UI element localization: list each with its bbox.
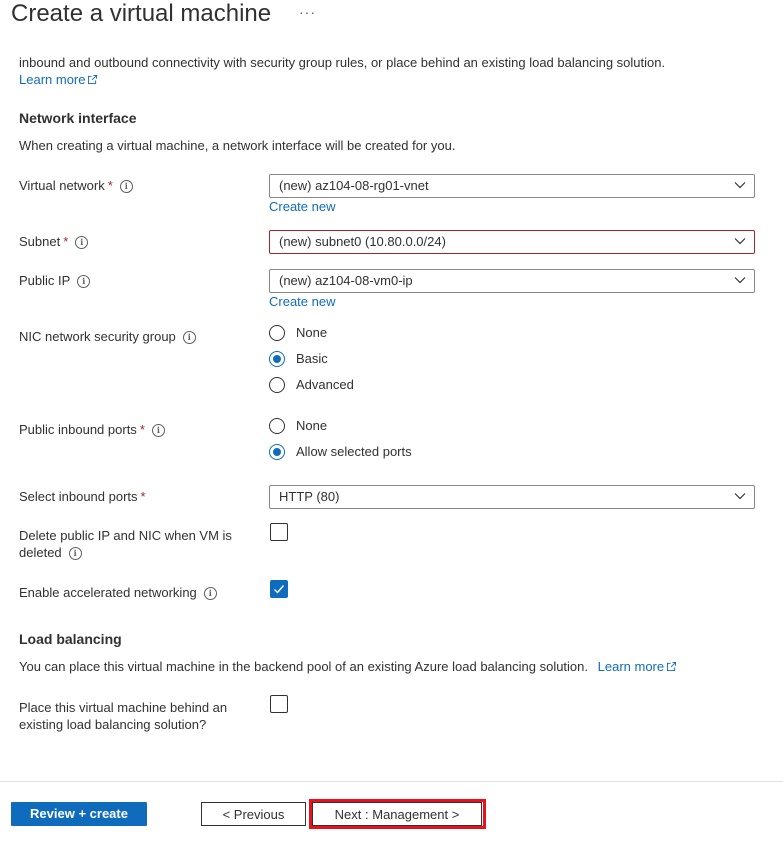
accelerated-networking-label: Enable accelerated networking i xyxy=(19,584,217,601)
accelerated-networking-checkbox[interactable] xyxy=(270,580,288,598)
radio-button[interactable] xyxy=(269,418,285,434)
review-create-button[interactable]: Review + create xyxy=(11,802,147,826)
info-icon[interactable]: i xyxy=(68,547,82,560)
footer-divider xyxy=(0,781,783,782)
radio-button[interactable] xyxy=(269,377,285,393)
subnet-label: Subnet * i xyxy=(19,233,89,250)
public-ip-value: (new) az104-08-vm0-ip xyxy=(279,273,413,288)
required-marker: * xyxy=(107,178,113,193)
load-balancing-learn-more-link[interactable]: Learn more xyxy=(598,659,664,674)
place-behind-lb-checkbox[interactable] xyxy=(270,695,288,713)
chevron-down-icon xyxy=(734,277,746,284)
select-inbound-ports-dropdown[interactable]: HTTP (80) xyxy=(269,485,755,509)
info-icon[interactable]: i xyxy=(119,180,133,193)
required-marker: * xyxy=(139,422,145,437)
info-icon[interactable]: i xyxy=(203,587,217,600)
delete-public-ip-checkbox[interactable] xyxy=(270,523,288,541)
select-inbound-ports-value: HTTP (80) xyxy=(279,489,340,504)
public-ip-dropdown[interactable]: (new) az104-08-vm0-ip xyxy=(269,269,755,293)
public-ip-label: Public IP i xyxy=(19,272,91,289)
virtual-network-value: (new) az104-08-rg01-vnet xyxy=(279,178,429,193)
more-options-icon[interactable]: ··· xyxy=(299,4,316,20)
network-interface-description: When creating a virtual machine, a netwo… xyxy=(19,138,456,153)
chevron-down-icon xyxy=(734,238,746,245)
intro-text: inbound and outbound connectivity with s… xyxy=(19,55,666,70)
nic-nsg-label: NIC network security group i xyxy=(19,328,196,345)
external-link-icon xyxy=(88,75,98,84)
virtual-network-dropdown[interactable]: (new) az104-08-rg01-vnet xyxy=(269,174,755,198)
radio-button[interactable] xyxy=(269,325,285,341)
checkmark-icon xyxy=(274,585,285,594)
chevron-down-icon xyxy=(734,182,746,189)
radio-button-selected[interactable] xyxy=(269,351,285,367)
network-interface-heading: Network interface xyxy=(19,110,137,126)
required-marker: * xyxy=(140,489,146,504)
create-new-vnet-link[interactable]: Create new xyxy=(269,199,335,214)
learn-more-link[interactable]: Learn more xyxy=(19,72,85,87)
info-icon[interactable]: i xyxy=(151,424,165,437)
delete-public-ip-label: Delete public IP and NIC when VM is dele… xyxy=(19,528,232,560)
info-icon[interactable]: i xyxy=(75,236,89,249)
public-inbound-ports-label: Public inbound ports * i xyxy=(19,421,165,438)
radio-button-selected[interactable] xyxy=(269,444,285,460)
load-balancing-heading: Load balancing xyxy=(19,631,122,647)
virtual-network-label: Virtual network * i xyxy=(19,177,133,194)
create-new-public-ip-link[interactable]: Create new xyxy=(269,294,335,309)
intro-learn-more[interactable]: Learn more xyxy=(19,72,98,87)
previous-button[interactable]: < Previous xyxy=(201,802,306,826)
chevron-down-icon xyxy=(734,493,746,500)
place-behind-lb-label: Place this virtual machine behind an exi… xyxy=(19,700,228,732)
next-management-button[interactable]: Next : Management > xyxy=(312,802,482,826)
subnet-value: (new) subnet0 (10.80.0.0/24) xyxy=(279,234,446,249)
external-link-icon xyxy=(667,662,677,671)
required-marker: * xyxy=(63,234,69,249)
load-balancing-description: You can place this virtual machine in th… xyxy=(19,659,677,674)
info-icon[interactable]: i xyxy=(77,275,91,288)
page-title: Create a virtual machine xyxy=(11,0,272,27)
info-icon[interactable]: i xyxy=(182,331,196,344)
select-inbound-ports-label: Select inbound ports * xyxy=(19,489,146,504)
subnet-dropdown[interactable]: (new) subnet0 (10.80.0.0/24) xyxy=(269,230,755,254)
